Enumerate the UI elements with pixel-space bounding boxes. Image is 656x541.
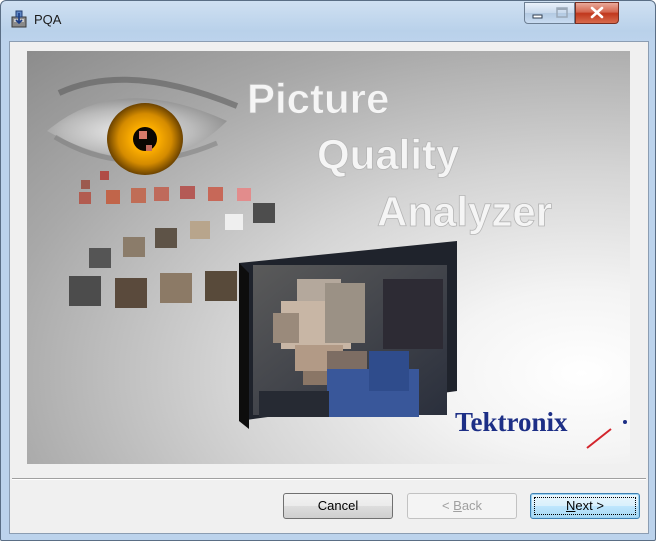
minimize-button[interactable]: [524, 2, 551, 24]
title-line-quality: Quality: [317, 131, 460, 178]
tektronix-logo: Tektronix: [455, 407, 627, 449]
cancel-button[interactable]: Cancel: [283, 493, 393, 519]
cancel-label: Cancel: [317, 498, 359, 513]
eye-graphic: [47, 76, 239, 175]
next-focus-rect: [534, 497, 636, 515]
svg-text:Tektronix: Tektronix: [455, 407, 568, 437]
back-button[interactable]: < Back: [407, 493, 517, 519]
back-label: < Back: [441, 498, 483, 513]
button-separator: [12, 478, 646, 480]
wizard-body: Picture Quality Analyzer Tektronix Cance…: [9, 41, 649, 534]
installer-app-icon: [10, 10, 28, 28]
banner-title: Picture Quality Analyzer: [247, 75, 553, 236]
pixelated-portrait: [239, 241, 457, 429]
title-line-analyzer: Analyzer: [377, 188, 552, 235]
next-button[interactable]: Next >: [530, 493, 640, 519]
close-button[interactable]: [575, 2, 619, 24]
title-line-picture: Picture: [247, 75, 389, 122]
title-bar[interactable]: PQA: [1, 1, 655, 41]
close-icon: [590, 6, 604, 19]
window-title: PQA: [34, 12, 62, 27]
installer-window: PQA Picture Quality Analyzer Tektronix C…: [0, 0, 656, 541]
minimize-icon: [532, 14, 543, 19]
maximize-button[interactable]: [550, 2, 575, 24]
welcome-banner-image: Picture Quality Analyzer Tektronix: [27, 51, 630, 464]
